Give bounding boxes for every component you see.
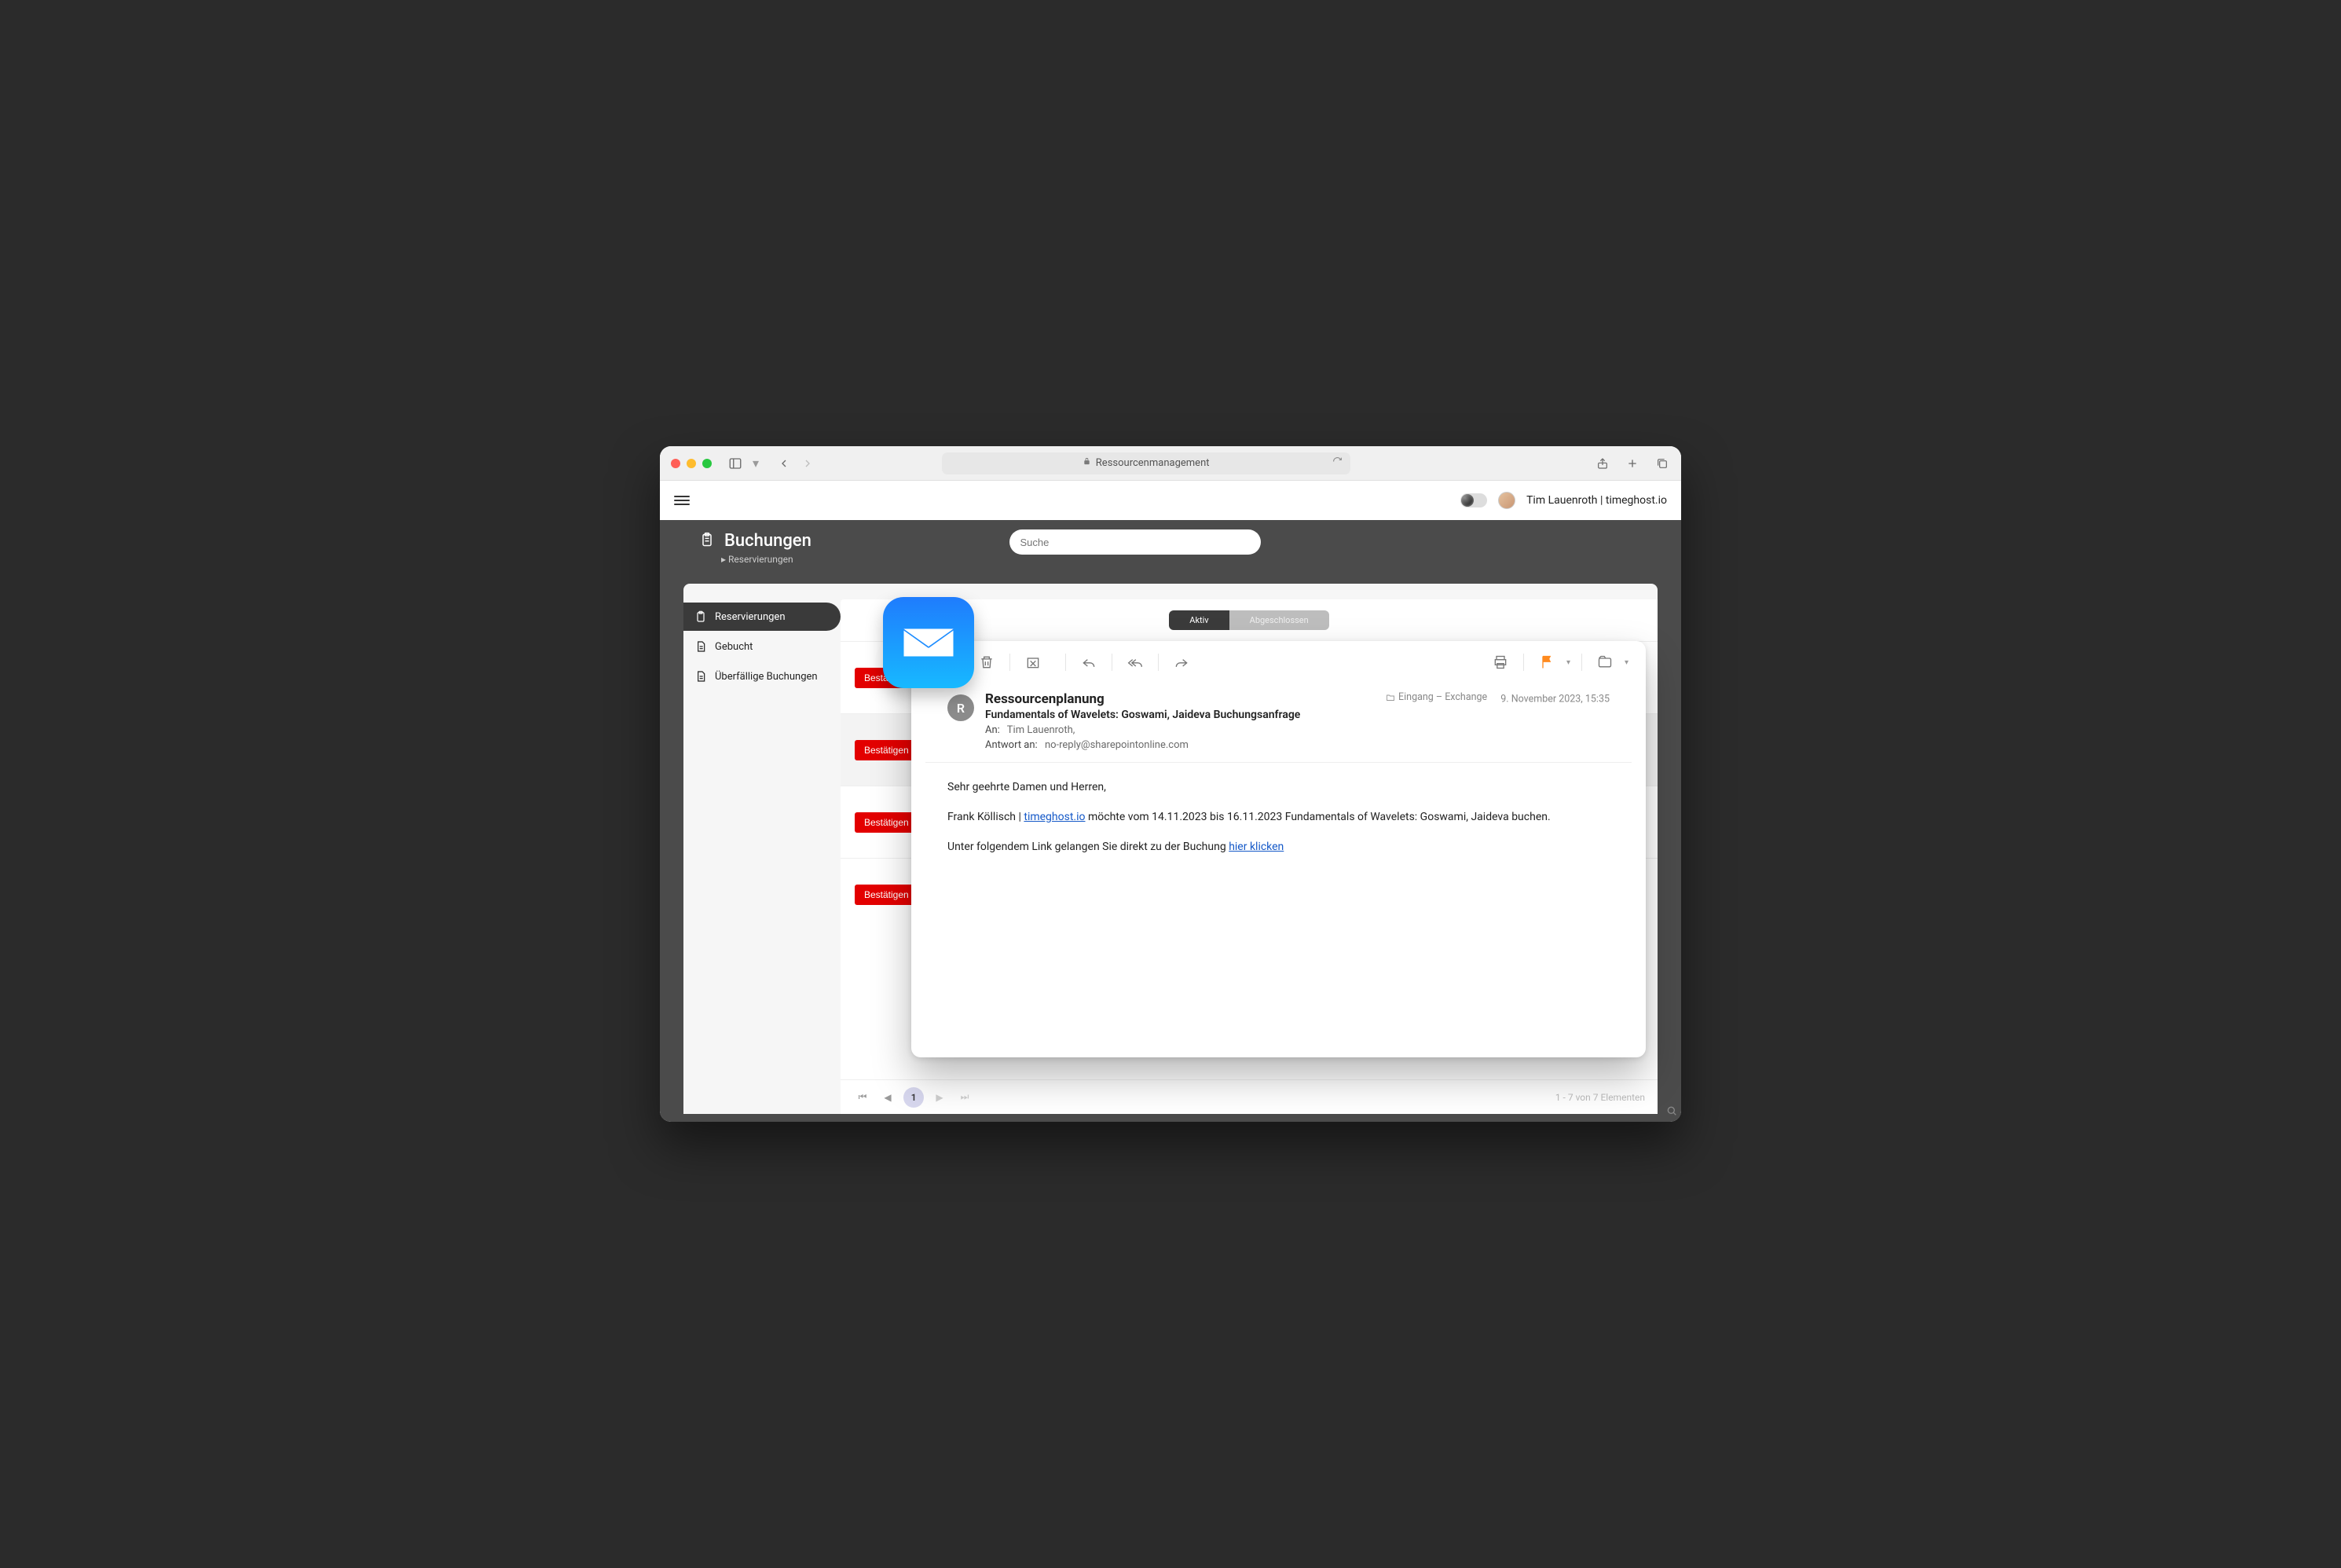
window-minimize[interactable] <box>687 459 696 468</box>
trash-icon[interactable] <box>975 650 998 674</box>
pager-last-icon[interactable]: ⏭ <box>955 1088 974 1107</box>
theme-toggle[interactable] <box>1460 493 1487 507</box>
pager-summary: 1 - 7 von 7 Elementen <box>1555 1092 1645 1103</box>
title-bar-right <box>1595 456 1670 471</box>
menu-icon[interactable] <box>674 496 690 505</box>
mail-line2: Frank Köllisch | timeghost.io möchte vom… <box>947 808 1610 827</box>
sidebar-item-label: Überfällige Buchungen <box>715 671 818 683</box>
mail-greeting: Sehr geehrte Damen und Herren, <box>947 779 1610 797</box>
search-input[interactable] <box>1009 529 1261 555</box>
address-title: Ressourcenmanagement <box>1096 457 1210 469</box>
sidebar-item-gebucht[interactable]: Gebucht <box>683 632 841 661</box>
mail-toolbar: ▾ ▾ <box>911 641 1646 683</box>
segment-aktiv[interactable]: Aktiv <box>1169 610 1229 630</box>
sidebar-item-reservierungen[interactable]: Reservierungen <box>683 603 841 631</box>
pager-prev-icon[interactable]: ◀ <box>878 1088 897 1107</box>
mail-panel: ▾ ▾ R Ressourcenplanung Fundamentals of … <box>911 641 1646 1057</box>
document-icon <box>694 670 707 683</box>
window-zoom[interactable] <box>702 459 712 468</box>
title-bar: ▾ Ressourcenmanagement <box>660 446 1681 481</box>
user-label: Tim Lauenroth | timeghost.io <box>1526 494 1667 507</box>
junk-icon[interactable] <box>1021 650 1045 674</box>
flag-icon[interactable] <box>1535 650 1559 674</box>
address-bar[interactable]: Ressourcenmanagement <box>942 452 1350 474</box>
corner-search-icon[interactable] <box>1665 1105 1678 1120</box>
chevron-down-icon[interactable]: ▾ <box>751 456 760 471</box>
sidebar: Reservierungen Gebucht Überfällige Buchu… <box>683 584 841 1114</box>
confirm-button[interactable]: Bestätigen <box>855 812 918 833</box>
confirm-button[interactable]: Bestätigen <box>855 740 918 760</box>
mail-line3: Unter folgendem Link gelangen Sie direkt… <box>947 838 1610 857</box>
mail-header: R Ressourcenplanung Fundamentals of Wave… <box>925 683 1632 763</box>
chevron-down-icon[interactable]: ▾ <box>1566 658 1570 667</box>
mail-subject: Fundamentals of Wavelets: Goswami, Jaide… <box>985 709 1375 721</box>
to-label: An: <box>985 724 1000 736</box>
sub-header: Buchungen ▸ Reservierungen <box>660 520 1681 584</box>
window-close[interactable] <box>671 459 680 468</box>
reload-icon[interactable] <box>1332 456 1343 470</box>
mail-app-icon[interactable] <box>883 597 974 688</box>
new-tab-icon[interactable] <box>1625 456 1640 471</box>
status-segment: Aktiv Abgeschlossen <box>1169 610 1328 630</box>
pager-first-icon[interactable]: ⏮ <box>853 1088 872 1107</box>
reply-icon[interactable] <box>1077 650 1101 674</box>
document-icon <box>694 640 707 653</box>
pager-current[interactable]: 1 <box>903 1087 924 1108</box>
theme-knob <box>1461 494 1474 507</box>
reply-to-value: no-reply@sharepointonline.com <box>1045 739 1189 751</box>
booking-link[interactable]: hier klicken <box>1229 841 1284 853</box>
avatar[interactable] <box>1498 492 1515 509</box>
sidebar-item-label: Gebucht <box>715 641 753 653</box>
print-icon[interactable] <box>1489 650 1512 674</box>
nav-forward-icon[interactable] <box>800 456 815 471</box>
forward-icon[interactable] <box>1170 650 1193 674</box>
nav-back-icon[interactable] <box>776 456 792 471</box>
chevron-down-icon[interactable]: ▾ <box>1625 658 1628 667</box>
pager-next-icon[interactable]: ▶ <box>930 1088 949 1107</box>
sidebar-toggle-icon[interactable] <box>727 456 743 471</box>
sender-name: Ressourcenplanung <box>985 691 1375 707</box>
lock-icon <box>1083 457 1091 469</box>
to-value: Tim Lauenroth, <box>1007 724 1075 736</box>
sidebar-item-ueberfaellig[interactable]: Überfällige Buchungen <box>683 662 841 691</box>
sidebar-item-label: Reservierungen <box>715 611 786 623</box>
sender-avatar: R <box>947 694 974 721</box>
clipboard-icon <box>699 532 715 551</box>
mail-date: 9. November 2023, 15:35 <box>1500 694 1610 705</box>
share-icon[interactable] <box>1595 456 1610 471</box>
app-header: Tim Lauenroth | timeghost.io <box>660 481 1681 520</box>
browser-window: ▾ Ressourcenmanagement <box>660 446 1681 1122</box>
segment-abgeschlossen[interactable]: Abgeschlossen <box>1229 610 1329 630</box>
confirm-button[interactable]: Bestätigen <box>855 885 918 905</box>
tabs-icon[interactable] <box>1654 456 1670 471</box>
clipboard-icon <box>694 610 707 623</box>
pager: ⏮ ◀ 1 ▶ ⏭ 1 - 7 von 7 Elementen <box>841 1079 1658 1114</box>
mail-folder[interactable]: Eingang – Exchange <box>1386 691 1487 703</box>
breadcrumb[interactable]: ▸ Reservierungen <box>721 554 1642 565</box>
page-title: Buchungen <box>724 531 811 551</box>
timeghost-link[interactable]: timeghost.io <box>1024 811 1085 823</box>
reply-all-icon[interactable] <box>1123 650 1147 674</box>
move-icon[interactable] <box>1593 650 1617 674</box>
mail-body: Sehr geehrte Damen und Herren, Frank Köl… <box>911 763 1646 883</box>
traffic-lights <box>671 459 712 468</box>
reply-to-label: Antwort an: <box>985 739 1038 751</box>
